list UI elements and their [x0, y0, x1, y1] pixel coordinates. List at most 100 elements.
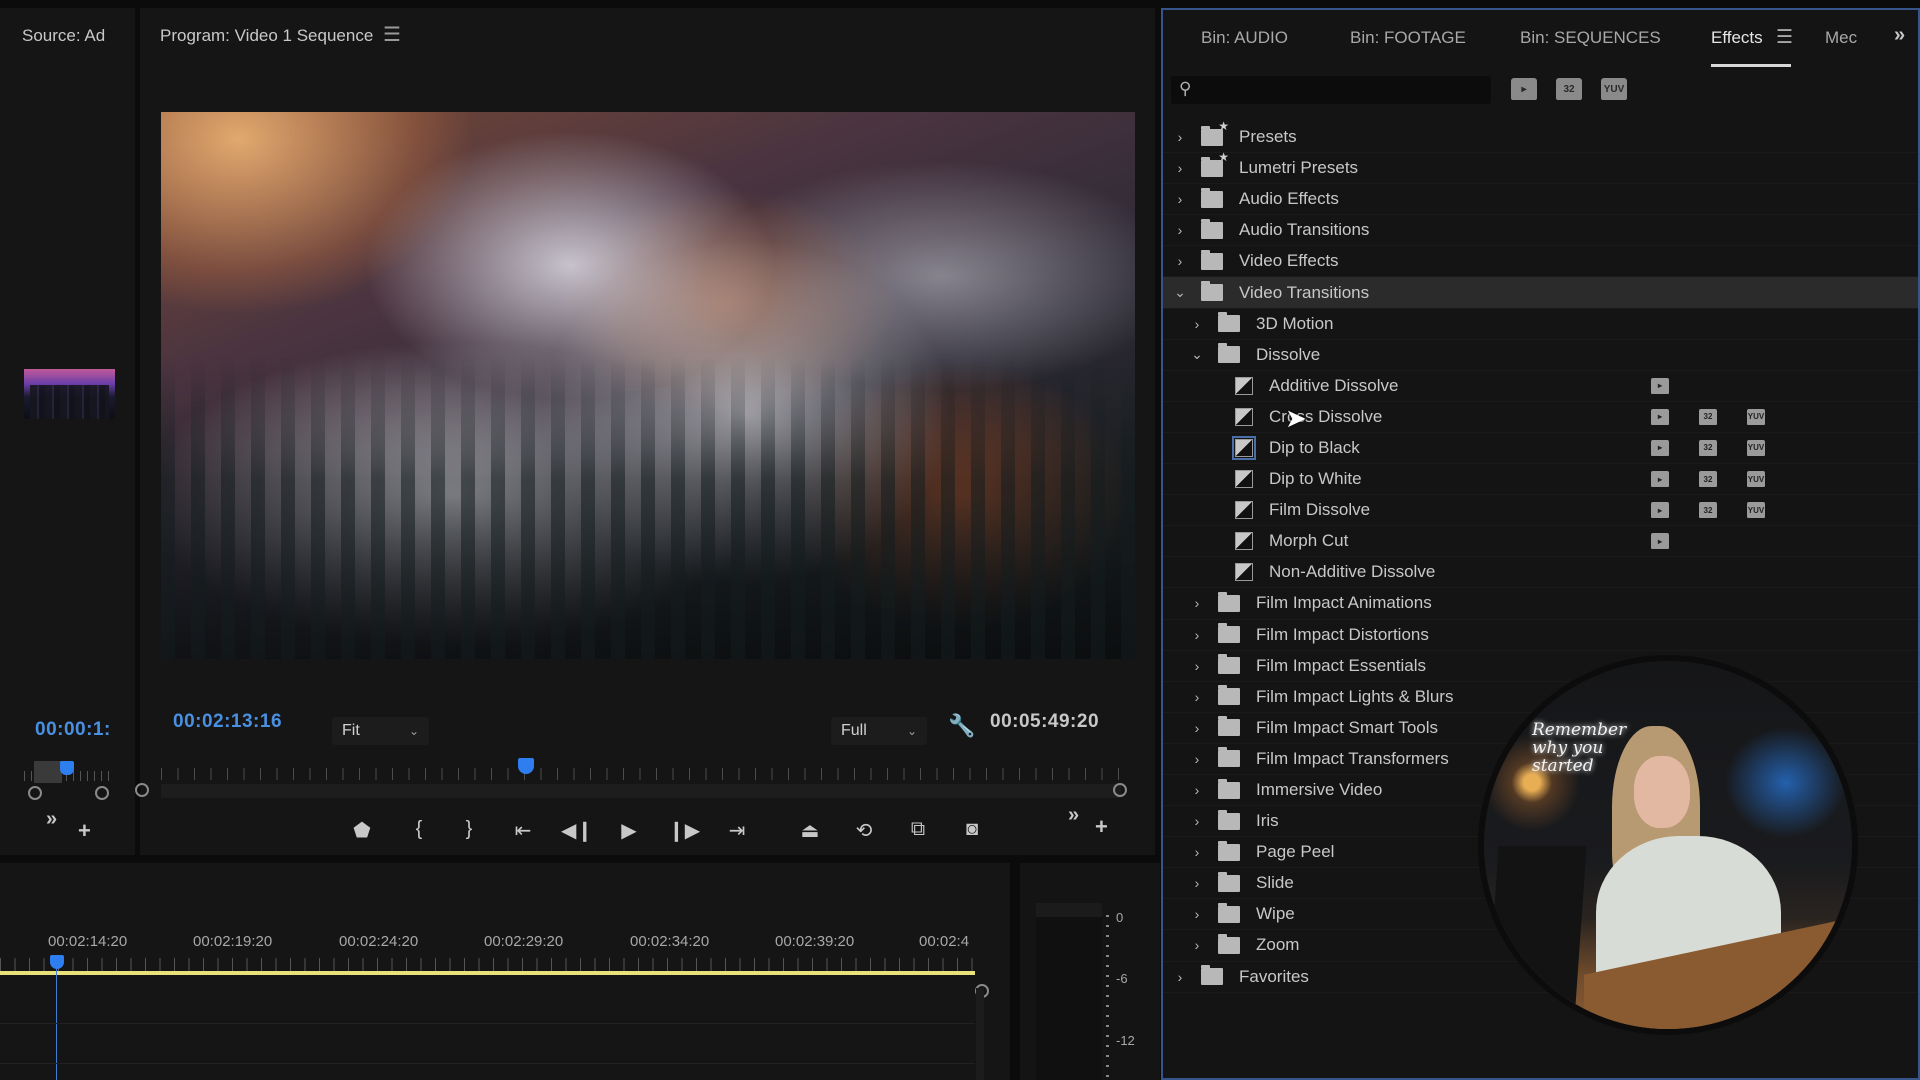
32-bit-filter-button[interactable]: 32 — [1556, 78, 1582, 100]
timeline-work-area-bar[interactable] — [0, 971, 975, 975]
export-frame-camera-icon[interactable]: ◙ — [957, 818, 987, 841]
folder-list-item[interactable]: › Audio Transitions — [1163, 215, 1918, 247]
source-timecode[interactable]: 00:00:1: — [35, 719, 111, 741]
program-overflow-button[interactable]: » — [1068, 804, 1079, 827]
mark-out-button[interactable]: } — [454, 818, 484, 841]
timeline-vertical-scrollbar[interactable] — [976, 988, 984, 1080]
chevron-right-icon[interactable]: › — [1188, 720, 1206, 736]
chevron-right-icon[interactable]: › — [1188, 658, 1206, 674]
program-panel-title[interactable]: Program: Video 1 Sequence — [160, 26, 373, 46]
source-in-out-range — [34, 761, 62, 783]
hamburger-menu-icon[interactable]: ☰ — [383, 22, 401, 47]
source-playhead[interactable] — [60, 761, 74, 775]
chevron-right-icon[interactable]: › — [1171, 253, 1189, 269]
chevron-right-icon[interactable]: › — [1171, 129, 1189, 145]
program-zoom-track[interactable] — [161, 784, 1121, 798]
effect-list-item[interactable]: Cross Dissolve ▸ 32 YUV — [1163, 402, 1918, 433]
hamburger-menu-icon[interactable]: ☰ — [1776, 26, 1793, 49]
active-tab-indicator — [1711, 64, 1791, 67]
source-zoom-handle-left[interactable] — [28, 786, 42, 800]
folder-list-item[interactable]: › Audio Effects — [1163, 184, 1918, 216]
folder-icon — [1218, 809, 1240, 830]
overwrite-button[interactable]: ⧉ — [903, 818, 933, 841]
folder-list-item[interactable]: › Film Impact Animations — [1163, 588, 1918, 620]
step-back-button[interactable]: ◀❙ — [561, 818, 593, 843]
chevron-right-icon[interactable]: › — [1171, 160, 1189, 176]
folder-icon — [1201, 249, 1223, 270]
program-current-timecode[interactable]: 00:02:13:16 — [173, 711, 282, 733]
folder-list-item[interactable]: › Lumetri Presets — [1163, 150, 1918, 185]
chevron-right-icon[interactable]: › — [1188, 316, 1206, 332]
chevron-right-icon[interactable]: › — [1188, 689, 1206, 705]
folder-list-item[interactable]: › Video Effects — [1163, 246, 1918, 278]
go-to-out-button[interactable]: ⇥ — [722, 818, 752, 843]
effects-search-input[interactable]: ⚲ — [1171, 76, 1491, 104]
effect-list-item[interactable]: Dip to White ▸ 32 YUV — [1163, 464, 1918, 496]
folder-list-item[interactable]: › Film Impact Distortions — [1163, 620, 1918, 651]
accelerated-badge-icon: ▸ — [1651, 533, 1669, 550]
tab-bin-sequences[interactable]: Bin: SEQUENCES — [1520, 28, 1661, 48]
tab-bin-audio[interactable]: Bin: AUDIO — [1201, 28, 1288, 48]
lift-button[interactable]: ⏏ — [795, 818, 825, 843]
effect-list-item[interactable]: Morph Cut ▸ — [1163, 526, 1918, 558]
timeline-playhead[interactable] — [50, 955, 64, 969]
step-forward-button[interactable]: ❙▶ — [668, 818, 700, 843]
play-button[interactable]: ▶ — [614, 818, 644, 843]
folder-list-item[interactable]: › Presets — [1163, 119, 1918, 154]
wrench-settings-icon[interactable]: 🔧 — [948, 713, 975, 739]
timeline-ruler-label: 00:02:24:20 — [339, 933, 419, 950]
chevron-down-icon[interactable]: ⌄ — [1188, 346, 1206, 363]
chevron-right-icon[interactable]: › — [1188, 782, 1206, 798]
effect-list-item[interactable]: Non-Additive Dissolve — [1163, 557, 1918, 589]
folder-list-item[interactable]: ⌄ Dissolve — [1163, 340, 1918, 371]
tab-media-browser[interactable]: Mec — [1825, 28, 1857, 48]
accelerated-effects-filter-button[interactable]: ▸ — [1511, 78, 1537, 100]
tree-item-label: Film Impact Essentials — [1256, 655, 1427, 675]
folder-icon — [1201, 965, 1223, 986]
folder-list-item[interactable]: › 3D Motion — [1163, 309, 1918, 340]
source-panel-title[interactable]: Source: Ad — [22, 26, 105, 46]
chevron-right-icon[interactable]: › — [1188, 627, 1206, 643]
chevron-right-icon[interactable]: › — [1171, 191, 1189, 207]
program-zoom-handle-left[interactable] — [135, 783, 149, 797]
timeline-ruler-label: 00:02:34:20 — [630, 933, 710, 950]
chevron-right-icon[interactable]: › — [1188, 595, 1206, 611]
tree-item-label: Wipe — [1256, 904, 1295, 924]
effect-list-item[interactable]: Dip to Black ▸ 32 YUV — [1163, 433, 1918, 465]
chevron-right-icon[interactable]: › — [1188, 937, 1206, 953]
chevron-right-icon[interactable]: › — [1188, 751, 1206, 767]
chevron-right-icon[interactable]: › — [1188, 813, 1206, 829]
webcam-overlay: Remember why you started — [1478, 655, 1858, 1035]
tab-bin-footage[interactable]: Bin: FOOTAGE — [1350, 28, 1466, 48]
chevron-right-icon[interactable]: › — [1188, 844, 1206, 860]
folder-list-item[interactable]: ⌄ Video Transitions — [1163, 277, 1918, 309]
zoom-level-dropdown[interactable]: Fit ⌄ — [332, 717, 429, 745]
tab-overflow-button[interactable]: » — [1894, 24, 1905, 47]
chevron-down-icon[interactable]: ⌄ — [1171, 284, 1189, 301]
folder-icon — [1201, 187, 1223, 208]
tab-effects[interactable]: Effects — [1711, 28, 1763, 48]
source-zoom-handle-right[interactable] — [95, 786, 109, 800]
source-overflow-button[interactable]: » — [46, 808, 57, 831]
chevron-right-icon[interactable]: › — [1171, 969, 1189, 985]
chevron-right-icon[interactable]: › — [1171, 222, 1189, 238]
program-zoom-handle-right[interactable] — [1113, 783, 1127, 797]
yuv-filter-button[interactable]: YUV — [1601, 78, 1627, 100]
timeline-ruler-ticks[interactable] — [0, 958, 975, 972]
go-to-in-button[interactable]: ⇤ — [508, 818, 538, 843]
source-add-button[interactable]: + — [78, 818, 91, 844]
effect-list-item[interactable]: Additive Dissolve ▸ — [1163, 371, 1918, 402]
mark-in-button[interactable]: { — [404, 818, 434, 841]
chevron-right-icon[interactable]: › — [1188, 906, 1206, 922]
folder-icon — [1218, 685, 1240, 706]
program-scrub-bar[interactable] — [161, 758, 1121, 798]
playback-resolution-dropdown[interactable]: Full ⌄ — [831, 717, 927, 745]
add-marker-button[interactable]: ⬟ — [347, 818, 377, 843]
folder-list-item[interactable]: › Film Impact Essentials — [1163, 651, 1918, 682]
program-playhead[interactable] — [517, 758, 534, 774]
chevron-right-icon[interactable]: › — [1188, 875, 1206, 891]
effect-list-item[interactable]: Film Dissolve ▸ 32 YUV — [1163, 495, 1918, 527]
extract-button[interactable]: ⟲ — [849, 818, 879, 843]
32-bit-badge-icon: 32 — [1699, 439, 1717, 456]
program-add-button[interactable]: + — [1095, 814, 1108, 840]
